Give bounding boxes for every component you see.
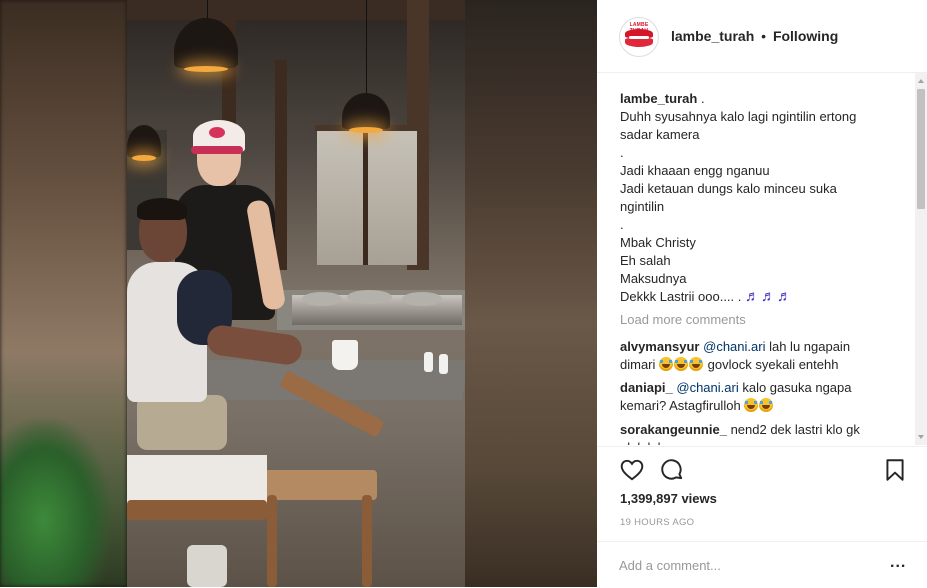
comment-username[interactable]: daniapi_ — [620, 380, 673, 395]
header-line: lambe_turah • Following — [671, 28, 838, 44]
comment-text: nend2 dek lastri klo gk — [730, 422, 860, 437]
header-username[interactable]: lambe_turah — [671, 28, 754, 44]
comment-text: govlock syekali entehh — [707, 357, 839, 372]
post-video[interactable] — [0, 0, 597, 587]
comments-list[interactable]: lambe_turah . Duhh syusahnya kalo lagi n… — [597, 73, 927, 445]
caption-line: sadar kamera — [620, 127, 700, 142]
caption-line: Eh salah — [620, 253, 671, 268]
caption-username[interactable]: lambe_turah — [620, 91, 697, 106]
comment-item: alvymansyur @chani.ari lah lu ngapain di… — [620, 338, 895, 374]
caption-line: Mbak Christy — [620, 235, 696, 250]
comment-icon[interactable] — [659, 457, 685, 483]
caption-last-line: Dekkk Lastrii ooo.... . — [620, 289, 742, 304]
caption-line: . — [620, 217, 624, 232]
caption-line: Duhh syusahnya kalo lagi ngintilin erton… — [620, 109, 857, 124]
post-actions: 1,399,897 views 19 HOURS AGO — [597, 446, 927, 542]
following-button[interactable]: Following — [773, 28, 838, 44]
more-options-button[interactable]: ... — [890, 554, 906, 572]
caption-line: . — [620, 145, 624, 160]
heart-icon[interactable] — [619, 457, 645, 483]
lips-logo-bottom — [625, 38, 653, 47]
scroll-up-arrow-icon[interactable] — [918, 79, 924, 83]
caption-line: Jadi khaaan engg nganuu — [620, 163, 770, 178]
comment-text: lah lu ngapain — [769, 339, 851, 354]
comments-scrollbar[interactable] — [915, 73, 927, 445]
tears-of-joy-icon — [674, 357, 689, 371]
tears-of-joy-icon — [659, 357, 674, 371]
video-blur-right — [465, 0, 597, 587]
comment-mention[interactable]: @chani.ari — [676, 380, 738, 395]
scrollbar-thumb[interactable] — [917, 89, 925, 209]
post-side-panel: LAMBE TURAH lambe_turah • Following lamb… — [597, 0, 927, 587]
add-comment-bar: ... — [597, 541, 927, 588]
comment-text: dimari — [620, 357, 656, 372]
caption-line: ngintilin — [620, 199, 665, 214]
avatar[interactable]: LAMBE TURAH — [619, 17, 659, 57]
comment-item: sorakangeunnie_ nend2 dek lastri klo gk … — [620, 421, 895, 445]
load-more-comments-button[interactable]: Load more comments — [620, 312, 746, 327]
video-blur-left — [0, 0, 127, 587]
post-caption: lambe_turah . Duhh syusahnya kalo lagi n… — [620, 90, 900, 306]
tears-of-joy-icon — [689, 357, 704, 371]
comment-username[interactable]: alvymansyur — [620, 339, 700, 354]
caption-line: Maksudnya — [620, 271, 687, 286]
header-separator: • — [761, 28, 767, 44]
music-notes-icon: ♬♬♬ — [745, 288, 794, 305]
scroll-down-arrow-icon[interactable] — [918, 435, 924, 439]
video-frame[interactable] — [127, 0, 465, 587]
comment-item: daniapi_ @chani.ari kalo gasuka ngapa ke… — [620, 379, 895, 415]
comment-text: ululululu — [620, 440, 668, 445]
caption-first-text: . — [700, 91, 705, 106]
add-comment-input[interactable] — [619, 554, 879, 576]
tears-of-joy-icon — [759, 398, 774, 412]
caption-line: Jadi ketauan dungs kalo minceu suka — [620, 181, 837, 196]
view-count[interactable]: 1,399,897 views — [620, 491, 717, 506]
comment-text: kalo gasuka ngapa — [742, 380, 852, 395]
comment-mention[interactable]: @chani.ari — [703, 339, 765, 354]
comment-username[interactable]: sorakangeunnie_ — [620, 422, 727, 437]
post-timestamp[interactable]: 19 HOURS AGO — [620, 517, 694, 528]
bookmark-icon[interactable] — [882, 457, 908, 483]
tears-of-joy-icon — [744, 398, 759, 412]
lips-logo-teeth — [629, 36, 649, 39]
post-header: LAMBE TURAH lambe_turah • Following — [597, 0, 927, 73]
comment-text: kemari? Astagfirulloh — [620, 398, 741, 413]
